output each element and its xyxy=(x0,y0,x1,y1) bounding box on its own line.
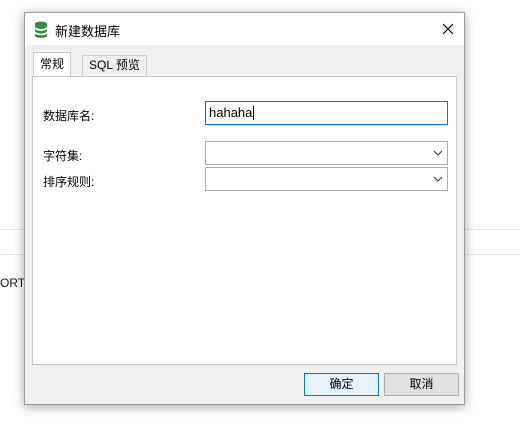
chevron-down-icon xyxy=(433,150,443,156)
ok-button[interactable]: 确定 xyxy=(304,373,379,396)
chevron-down-icon xyxy=(433,176,443,182)
charset-select[interactable] xyxy=(205,141,448,165)
tab-sql-preview[interactable]: SQL 预览 xyxy=(82,55,147,75)
cancel-button[interactable]: 取消 xyxy=(384,373,459,396)
database-icon xyxy=(34,21,48,38)
text-cursor xyxy=(253,105,255,120)
general-tab-panel: 数据库名: hahaha 字符集: 排序规则: xyxy=(32,76,457,365)
db-name-value: hahaha xyxy=(209,105,253,120)
db-name-input[interactable]: hahaha xyxy=(205,101,448,125)
close-button[interactable] xyxy=(432,13,464,45)
charset-label: 字符集: xyxy=(43,149,83,163)
tab-general[interactable]: 常规 xyxy=(33,52,72,76)
collation-select[interactable] xyxy=(205,167,448,191)
dialog-titlebar[interactable]: 新建数据库 xyxy=(25,13,464,45)
dialog-title: 新建数据库 xyxy=(55,24,121,39)
db-name-label: 数据库名: xyxy=(43,109,95,123)
new-database-dialog: 新建数据库 常规 SQL 预览 数据库名: hahaha 字符集: 排序规则: … xyxy=(24,12,465,405)
close-icon xyxy=(442,23,454,35)
collation-label: 排序规则: xyxy=(43,175,95,189)
